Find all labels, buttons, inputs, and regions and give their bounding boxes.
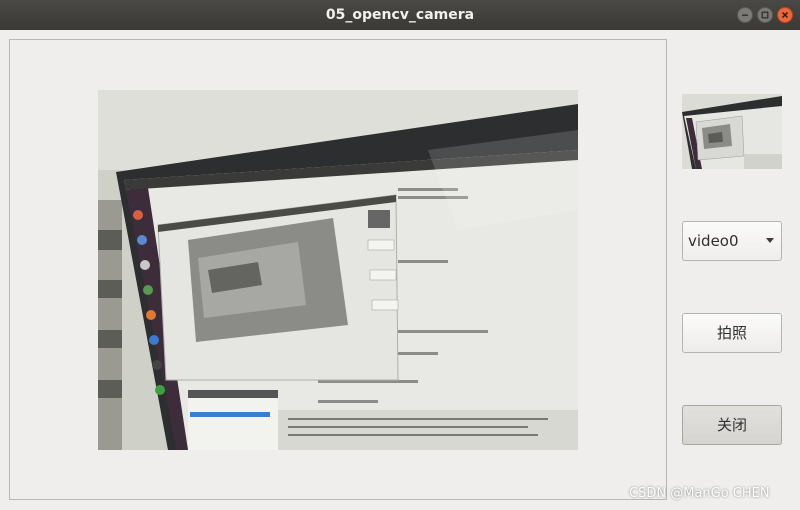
close-window-button[interactable] bbox=[777, 7, 793, 23]
window-titlebar[interactable]: 05_opencv_camera bbox=[0, 0, 800, 30]
close-icon bbox=[781, 11, 789, 19]
minimize-icon bbox=[742, 14, 748, 16]
capture-photo-button[interactable]: 拍照 bbox=[682, 313, 782, 353]
camera-device-value: video0 bbox=[688, 232, 739, 250]
camera-preview-frame bbox=[9, 39, 667, 500]
close-camera-button[interactable]: 关闭 bbox=[682, 405, 782, 445]
camera-feed-image bbox=[98, 90, 578, 450]
window-title: 05_opencv_camera bbox=[325, 7, 475, 23]
minimize-button[interactable] bbox=[737, 7, 753, 23]
camera-device-select[interactable]: video0 bbox=[682, 221, 782, 261]
chevron-down-icon bbox=[766, 238, 774, 243]
maximize-button[interactable] bbox=[757, 7, 773, 23]
watermark-text: CSDN @ManGo CHEN bbox=[629, 486, 770, 501]
captured-photo-thumbnail bbox=[682, 94, 782, 169]
maximize-icon bbox=[761, 11, 769, 19]
